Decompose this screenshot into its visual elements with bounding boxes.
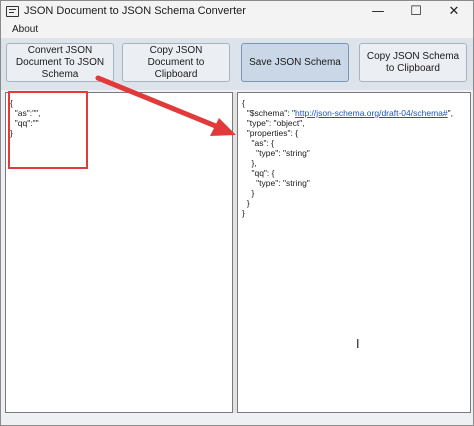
copy-document-button[interactable]: Copy JSON Document to Clipboard — [122, 43, 230, 82]
text-cursor-icon: I — [356, 337, 360, 351]
save-schema-button[interactable]: Save JSON Schema — [241, 43, 349, 82]
app-window: JSON Document to JSON Schema Converter —… — [0, 0, 474, 426]
copy-schema-button[interactable]: Copy JSON Schema to Clipboard — [359, 43, 467, 82]
json-schema-editor[interactable]: { "$schema": "http://json-schema.org/dra… — [237, 92, 471, 413]
minimize-button[interactable]: — — [359, 1, 397, 23]
toolbar: Convert JSON Document To JSON Schema Cop… — [1, 38, 473, 90]
convert-button[interactable]: Convert JSON Document To JSON Schema — [6, 43, 114, 82]
app-icon — [6, 6, 19, 17]
json-schema-text: { "$schema": "http://json-schema.org/dra… — [242, 98, 453, 218]
menu-bar: About — [1, 23, 473, 38]
highlight-box — [8, 91, 88, 169]
schema-url-link[interactable]: http://json-schema.org/draft-04/schema# — [295, 108, 448, 118]
close-button[interactable]: ✕ — [435, 1, 473, 23]
title-bar: JSON Document to JSON Schema Converter —… — [1, 1, 473, 23]
bottom-edge — [1, 414, 473, 425]
menu-about[interactable]: About — [12, 24, 38, 35]
window-title: JSON Document to JSON Schema Converter — [24, 5, 246, 17]
maximize-button[interactable]: ☐ — [397, 1, 435, 23]
